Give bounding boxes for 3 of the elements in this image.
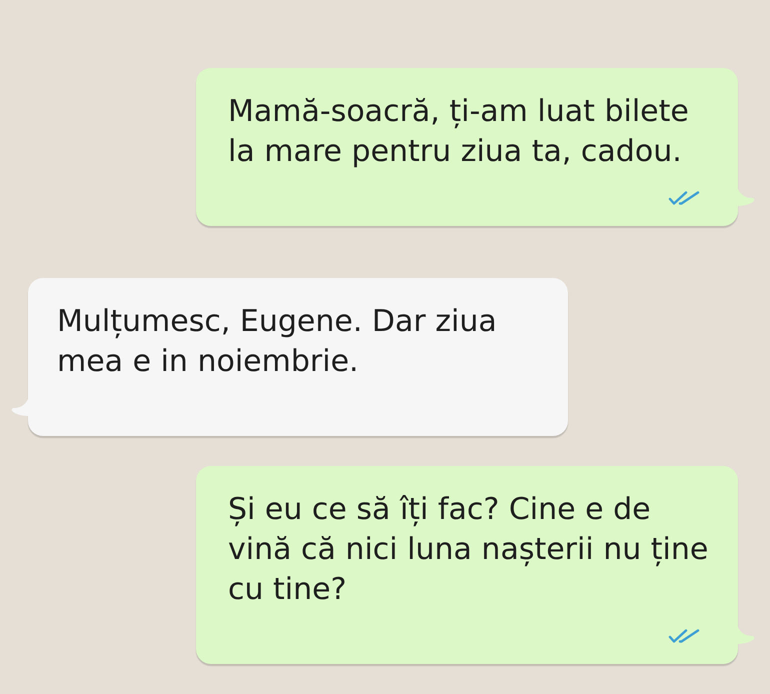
message-text: Mamă-soacră, ți-am luat bilete la mare pentru ziua ta, cadou. [228, 93, 690, 171]
message-text: Și eu ce să îți fac? Cine e de vină că nici luna nașterii nu ține cu tine? [228, 491, 710, 609]
message-text: Mulțumesc, Eugene. Dar ziua mea e in noiembrie. [57, 303, 498, 381]
